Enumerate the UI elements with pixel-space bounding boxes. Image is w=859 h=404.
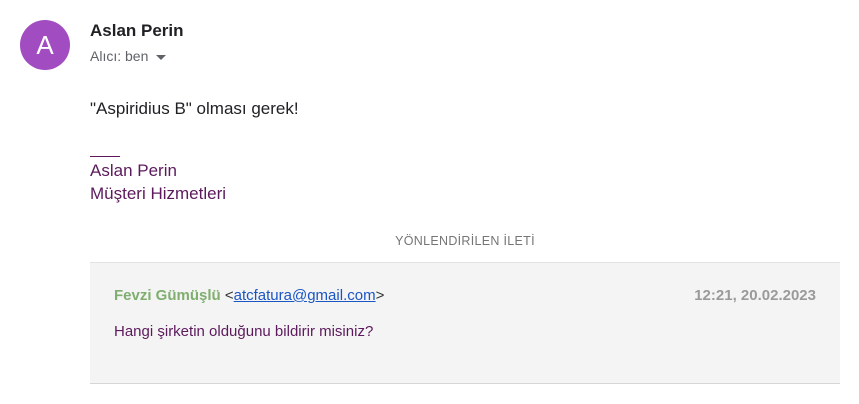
recipient-label: Alıcı: ben xyxy=(90,48,149,64)
forwarded-message-label: YÖNLENDİRİLEN İLETİ xyxy=(395,234,535,248)
signature-department: Müşteri Hizmetleri xyxy=(90,184,227,203)
sender-avatar[interactable]: A xyxy=(20,20,70,70)
forwarded-datetime: 12:21, 20.02.2023 xyxy=(694,287,816,304)
signature-name: Aslan Perin xyxy=(90,161,177,180)
forwarded-sender-name: Fevzi Gümüşlü xyxy=(114,287,221,304)
forwarded-sender-email-link[interactable]: atcfatura@gmail.com xyxy=(234,287,376,304)
chevron-down-icon[interactable] xyxy=(156,54,167,60)
forwarded-message-box: Fevzi Gümüşlü <atcfatura@gmail.com> 12:2… xyxy=(90,262,840,384)
email-open-bracket: < xyxy=(224,287,234,304)
forwarded-from-line: Fevzi Gümüşlü <atcfatura@gmail.com> xyxy=(114,287,384,304)
message-body: "Aspiridius B" olması gerek! xyxy=(90,99,299,118)
sender-name[interactable]: Aslan Perin xyxy=(90,21,184,41)
forwarded-message-body: Hangi şirketin olduğunu bildirir misiniz… xyxy=(114,323,374,340)
recipient-details-toggle[interactable]: Alıcı: ben xyxy=(90,48,167,64)
email-close-bracket: > xyxy=(375,287,385,304)
signature-divider xyxy=(90,156,120,157)
